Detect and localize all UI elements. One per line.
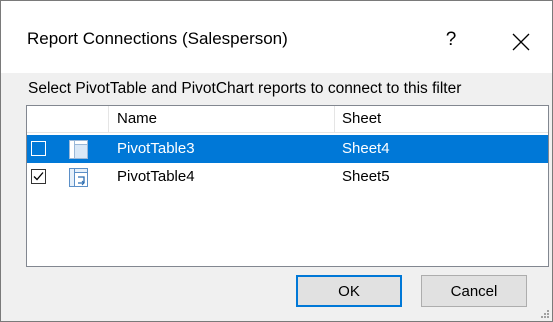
instruction-text: Select PivotTable and PivotChart reports… [28,80,462,97]
checkmark-icon [33,172,44,181]
pivottable-icon [69,168,88,187]
column-separator[interactable] [108,106,109,132]
ok-button[interactable]: OK [296,275,402,307]
close-button[interactable] [499,23,543,57]
cancel-button[interactable]: Cancel [421,275,527,307]
report-name: PivotTable3 [117,140,195,157]
list-item[interactable]: PivotTable4 Sheet5 [27,163,548,191]
report-name: PivotTable4 [117,168,195,185]
column-header-sheet[interactable]: Sheet [342,106,381,132]
report-connections-dialog: Report Connections (Salesperson) ? Selec… [0,0,553,322]
list-header: Name Sheet [27,106,548,133]
report-list[interactable]: Name Sheet PivotTable3 Sheet4 PivotTable… [26,105,549,267]
close-icon [512,33,530,51]
resize-grip-icon[interactable] [540,309,550,319]
help-button[interactable]: ? [431,23,471,57]
report-sheet: Sheet4 [342,140,390,157]
column-header-name[interactable]: Name [117,106,157,132]
list-item[interactable]: PivotTable3 Sheet4 [27,135,548,163]
report-sheet: Sheet5 [342,168,390,185]
column-separator[interactable] [334,106,335,132]
title-bar: Report Connections (Salesperson) ? [1,1,552,73]
connect-checkbox[interactable] [31,169,46,184]
connect-checkbox[interactable] [31,141,46,156]
pivottable-icon [69,140,88,159]
dialog-title: Report Connections (Salesperson) [27,29,288,48]
